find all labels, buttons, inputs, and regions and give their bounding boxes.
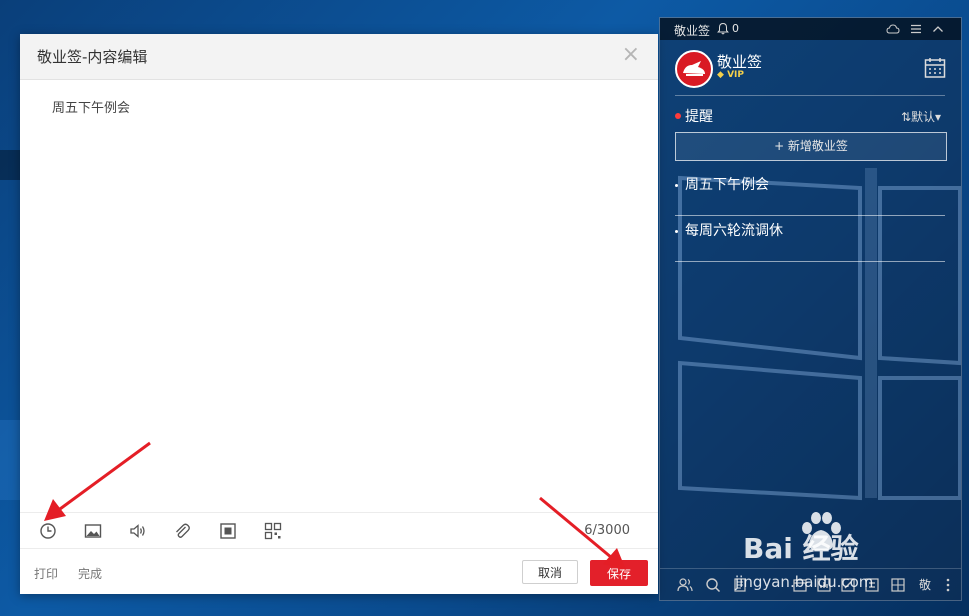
save-button[interactable]: 保存 [590,560,648,586]
divider [675,261,945,262]
search-icon[interactable] [705,577,721,593]
menu-icon[interactable] [909,22,923,36]
profile-name: 敬业签 [717,53,763,71]
editor-title: 敬业签-内容编辑 [37,48,148,66]
desktop-shadow [0,150,20,180]
sort-dropdown[interactable]: ⇅默认▾ [901,108,941,125]
note-list-item[interactable]: 每周六轮流调休 [675,217,945,262]
attachment-icon[interactable] [172,521,192,541]
calendar-small-icon[interactable] [792,577,808,593]
list-icon[interactable] [864,577,880,593]
print-link[interactable]: 打印 [34,565,58,582]
divider [675,95,945,96]
note-title: 周五下午例会 [685,177,769,193]
reminder-section-label[interactable]: 提醒 [685,106,713,126]
cancel-button[interactable]: 取消 [522,560,578,584]
desktop-glow [0,420,20,500]
jingye-button[interactable]: 敬 [919,576,931,593]
editor-toolbar: 6/3000 [20,512,658,549]
panel-bottom-toolbar: 敬 [660,568,961,600]
avatar[interactable] [675,50,713,88]
done-link[interactable]: 完成 [78,565,102,582]
more-vertical-icon[interactable] [940,577,956,593]
calendar-icon[interactable] [923,56,947,80]
editor-footer: 打印 完成 取消 保存 [20,548,658,595]
close-button[interactable]: × [622,44,640,66]
notes-icon[interactable] [732,577,748,593]
note-list-item[interactable]: 周五下午例会 [675,171,945,216]
contacts-icon[interactable] [677,577,693,593]
collapse-icon[interactable] [931,22,945,36]
note-title: 每周六轮流调休 [685,223,783,239]
speaker-icon[interactable] [128,521,148,541]
panel-titlebar: 敬业签 0 [660,18,961,40]
note-content-text[interactable]: 周五下午例会 [52,97,130,116]
clock-icon[interactable] [38,521,58,541]
panel-app-name: 敬业签 [674,24,711,38]
chart-icon[interactable] [816,577,832,593]
cloud-icon[interactable] [886,22,900,36]
bullet-dot [675,230,678,233]
vip-badge: ◆ VIP [717,70,744,80]
edit-icon[interactable] [840,577,856,593]
vip-label: VIP [727,70,744,80]
notification-count: 0 [732,22,739,35]
image-icon[interactable] [83,521,103,541]
char-counter: 6/3000 [584,523,630,538]
qr-icon[interactable] [263,521,283,541]
diamond-icon: ◆ [717,70,724,80]
editor-window: 敬业签-内容编辑 × 周五下午例会 6/3000 打印 完成 取消 保存 [20,34,658,594]
divider [675,215,945,216]
add-note-button[interactable]: + 新增敬业签 [675,132,947,161]
note-panel: 敬业签 0 敬业签 ◆ VIP 提醒 ⇅默认▾ + 新增敬业签 周五下午例会 每… [659,17,962,601]
bullet-dot [675,184,678,187]
editor-header: 敬业签-内容编辑 × [20,34,658,80]
reminder-dot [675,113,681,119]
stop-icon[interactable] [218,521,238,541]
grid-icon[interactable] [890,577,906,593]
bell-icon[interactable] [717,22,729,35]
